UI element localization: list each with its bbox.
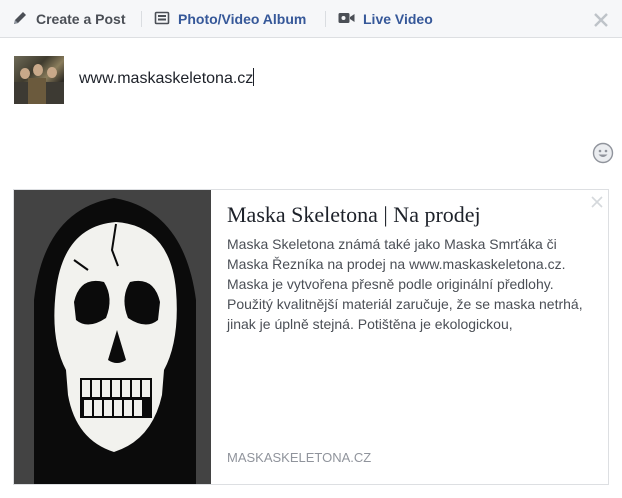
video-camera-icon [338,11,355,28]
close-icon[interactable] [590,6,612,32]
link-preview-title[interactable]: Maska Skeletona | Na prodej [227,202,587,228]
composer-tab-bar: Create a Post Photo/Video Album Live Vid… [0,0,622,38]
post-text-value: www.maskaskeletona.cz [79,70,254,87]
text-caret [253,68,255,86]
link-preview-image [14,190,211,484]
tab-create-post[interactable]: Create a Post [12,0,125,38]
tab-create-post-label: Create a Post [36,11,126,27]
pencil-icon [12,10,28,29]
tab-photo-video-album-label: Photo/Video Album [178,11,307,27]
remove-preview-icon[interactable] [590,196,604,210]
emoji-icon[interactable] [592,142,614,164]
photo-album-icon [154,10,170,29]
post-text-input[interactable]: www.maskaskeletona.cz [79,68,599,88]
link-preview-description: Maska Skeletona známá také jako Maska Sm… [227,236,583,332]
tab-live-video[interactable]: Live Video [338,0,433,38]
tab-live-video-label: Live Video [363,11,433,27]
link-preview-domain: MASKASKELETONA.CZ [227,450,372,465]
tab-divider [141,11,142,27]
tab-divider [325,11,326,27]
avatar [14,56,64,104]
tab-photo-video-album[interactable]: Photo/Video Album [154,0,306,38]
link-preview-card[interactable]: Maska Skeletona | Na prodej Maska Skelet… [13,189,609,485]
